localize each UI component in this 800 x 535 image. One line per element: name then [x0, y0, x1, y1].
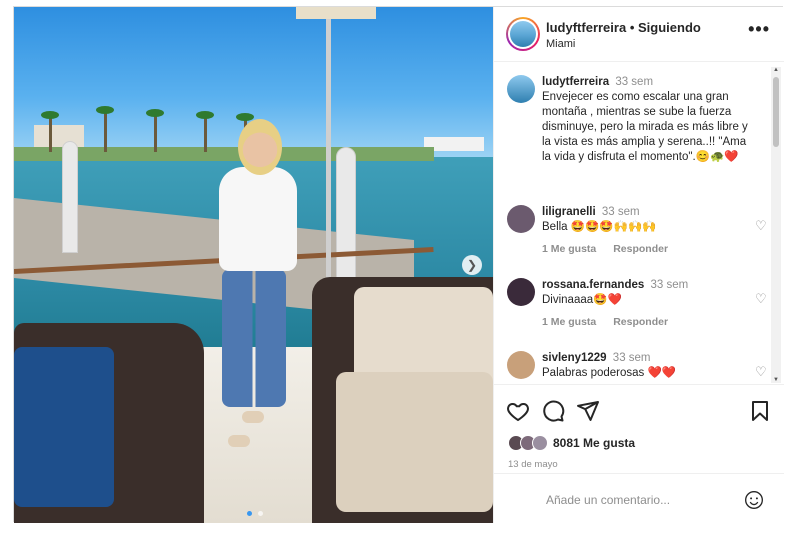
carousel-dot [258, 511, 264, 516]
cushion [14, 347, 114, 507]
comment-text: Bella 🤩🤩🤩🙌🙌🙌 [542, 221, 657, 233]
comment-text: Palabras poderosas ❤️❤️ [542, 367, 677, 379]
comment-item: rossana.fernandes 33 sem Divinaaaa🤩❤️ 1 … [507, 278, 769, 334]
palm-tree [49, 117, 52, 152]
person [219, 167, 297, 271]
post-dialog: ❯ ludyftferreira • Siguiendo Miami ••• l… [13, 6, 784, 524]
carousel-dots [246, 503, 264, 521]
caption-time: 33 sem [615, 76, 654, 88]
dock-pole [62, 141, 78, 253]
like-heart-icon[interactable] [506, 399, 530, 423]
comment-time: 33 sem [612, 352, 651, 364]
avatar[interactable] [507, 75, 535, 103]
comment-time: 33 sem [650, 279, 689, 291]
comment-input[interactable]: Añade un comentario... [546, 493, 670, 507]
comment-time: 33 sem [601, 206, 640, 218]
person [222, 269, 286, 407]
comment-item: liligranelli 33 sem Bella 🤩🤩🤩🙌🙌🙌 1 Me gu… [507, 205, 769, 261]
scrollbar-thumb[interactable] [773, 77, 779, 147]
like-comment-heart-icon[interactable]: ♡ [755, 292, 769, 306]
post-photo[interactable]: ❯ [14, 7, 493, 523]
reply-button[interactable]: Responder [613, 316, 668, 328]
carousel-dot-active [247, 511, 252, 516]
username-link[interactable]: ludyftferreira [546, 20, 626, 35]
scroll-up-icon[interactable]: ▲ [772, 67, 780, 73]
post-side-panel: ludyftferreira • Siguiendo Miami ••• lud… [493, 7, 784, 524]
post-author: ludyftferreira • Siguiendo [546, 20, 701, 35]
like-comment-heart-icon[interactable]: ♡ [755, 365, 769, 379]
palm-tree [41, 111, 59, 119]
comment-composer: Añade un comentario... [494, 473, 784, 525]
comment-username[interactable]: rossana.fernandes [542, 279, 644, 291]
more-options-icon[interactable]: ••• [748, 19, 770, 40]
palm-tree [204, 117, 207, 152]
comments-list[interactable]: ludytferreira 33 sem Envejecer es como e… [494, 63, 784, 383]
comment-likes[interactable]: 1 Me gusta [542, 243, 596, 255]
like-comment-heart-icon[interactable]: ♡ [755, 219, 769, 233]
comment-username[interactable]: sivleny1229 [542, 352, 607, 364]
save-bookmark-icon[interactable] [748, 399, 772, 423]
comment-text: Divinaaaa🤩❤️ [542, 294, 622, 306]
caption-username[interactable]: ludytferreira [542, 76, 609, 88]
comment-likes[interactable]: 1 Me gusta [542, 316, 596, 328]
palm-tree [146, 109, 164, 117]
scroll-down-icon[interactable]: ▼ [772, 377, 780, 383]
cushion [336, 372, 493, 512]
likes-count[interactable]: 8081 Me gusta [553, 436, 635, 450]
share-icon[interactable] [576, 399, 600, 423]
palm-tree [104, 112, 107, 152]
post-header: ludyftferreira • Siguiendo Miami ••• [494, 7, 784, 62]
avatar[interactable] [507, 351, 535, 379]
palm-tree [154, 115, 157, 152]
reply-button[interactable]: Responder [613, 243, 668, 255]
person [238, 119, 282, 175]
awning [296, 7, 376, 19]
avatar[interactable] [507, 278, 535, 306]
palm-tree [96, 106, 114, 114]
post-date: 13 de mayo [508, 459, 558, 470]
avatar[interactable] [506, 17, 540, 51]
location-link[interactable]: Miami [546, 38, 575, 50]
comment-icon[interactable] [541, 399, 565, 423]
following-button[interactable]: Siguiendo [638, 20, 701, 35]
caption-text: Envejecer es como escalar una gran monta… [542, 91, 748, 163]
person [242, 411, 264, 423]
comment-username[interactable]: liligranelli [542, 206, 596, 218]
emoji-icon[interactable] [744, 490, 764, 510]
comment-item: sivleny1229 33 sem Palabras poderosas ❤️… [507, 351, 769, 383]
separator: • [629, 20, 635, 35]
palm-tree [196, 111, 214, 119]
next-photo-button[interactable]: ❯ [462, 255, 482, 275]
post-actions: 8081 Me gusta 13 de mayo Añade un coment… [494, 384, 784, 524]
person [228, 435, 250, 447]
scrollbar[interactable]: ▲ ▼ [771, 67, 781, 383]
avatar [532, 435, 548, 451]
avatar[interactable] [507, 205, 535, 233]
